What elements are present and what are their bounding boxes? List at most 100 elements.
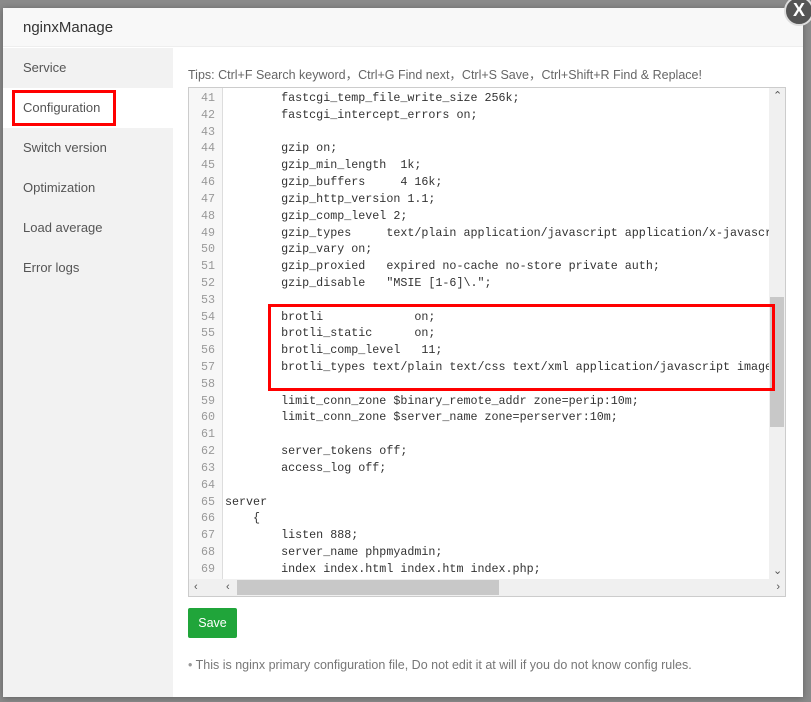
line-number: 67 bbox=[200, 528, 215, 543]
code-line[interactable]: 61 bbox=[189, 426, 769, 443]
code-text[interactable]: listen 888; bbox=[223, 527, 358, 544]
code-line[interactable]: 65 server bbox=[189, 494, 769, 511]
line-number: 44 bbox=[200, 141, 215, 156]
code-text[interactable]: gzip_buffers 4 16k; bbox=[223, 174, 442, 191]
line-number: 61 bbox=[200, 427, 215, 442]
code-text[interactable]: server bbox=[223, 494, 267, 511]
code-text[interactable]: server_name phpmyadmin; bbox=[223, 544, 442, 561]
scroll-left-icon[interactable]: ‹ bbox=[194, 579, 198, 595]
scroll-left-icon[interactable]: ‹ bbox=[226, 579, 230, 595]
code-text[interactable] bbox=[223, 292, 225, 309]
code-line[interactable]: 63 access_log off; bbox=[189, 460, 769, 477]
line-number: 58 bbox=[200, 376, 215, 391]
code-text[interactable] bbox=[223, 426, 225, 443]
code-text[interactable]: access_log off; bbox=[223, 460, 386, 477]
code-line[interactable]: 50 gzip_vary on; bbox=[189, 241, 769, 258]
code-text[interactable]: brotli on; bbox=[223, 309, 435, 326]
code-text[interactable]: gzip on; bbox=[223, 140, 337, 157]
line-number: 59 bbox=[200, 393, 215, 408]
horizontal-scrollbar[interactable]: ‹ ‹ › bbox=[189, 579, 785, 596]
line-number: 52 bbox=[200, 275, 215, 290]
code-text[interactable] bbox=[223, 477, 225, 494]
config-panel: Tips: Ctrl+F Search keyword，Ctrl+G Find … bbox=[173, 48, 803, 697]
horizontal-scroll-thumb[interactable] bbox=[237, 580, 499, 595]
code-line[interactable]: 62 server_tokens off; bbox=[189, 443, 769, 460]
line-number: 42 bbox=[200, 107, 215, 122]
code-editor[interactable]: 41 fastcgi_temp_file_write_size 256k; 42 … bbox=[188, 87, 786, 597]
code-line[interactable]: 44 gzip on; bbox=[189, 140, 769, 157]
line-number: 69 bbox=[200, 561, 215, 576]
code-line[interactable]: 55 brotli_static on; bbox=[189, 325, 769, 342]
code-line[interactable]: 41 fastcgi_temp_file_write_size 256k; bbox=[189, 90, 769, 107]
code-text[interactable]: gzip_http_version 1.1; bbox=[223, 191, 435, 208]
code-line[interactable]: 64 bbox=[189, 477, 769, 494]
sidebar: Service Configuration Switch version Optimi… bbox=[3, 48, 173, 697]
note-text: This is nginx primary configuration file… bbox=[195, 658, 692, 672]
code-line[interactable]: 56 brotli_comp_level 11; bbox=[189, 342, 769, 359]
scroll-up-icon[interactable]: ⌃ bbox=[773, 88, 782, 104]
code-text[interactable]: fastcgi_intercept_errors on; bbox=[223, 107, 477, 124]
sidebar-item-service[interactable]: Service bbox=[3, 48, 173, 88]
code-line[interactable]: 54 brotli on; bbox=[189, 309, 769, 326]
code-line[interactable]: 58 bbox=[189, 376, 769, 393]
code-text[interactable]: brotli_static on; bbox=[223, 325, 435, 342]
code-text[interactable] bbox=[223, 124, 225, 141]
code-line[interactable]: 47 gzip_http_version 1.1; bbox=[189, 191, 769, 208]
scroll-right-icon[interactable]: › bbox=[776, 579, 780, 595]
line-number: 57 bbox=[200, 360, 215, 374]
code-line[interactable]: 68 server_name phpmyadmin; bbox=[189, 544, 769, 561]
save-button[interactable]: Save bbox=[188, 608, 237, 638]
code-text[interactable]: gzip_min_length 1k; bbox=[223, 157, 421, 174]
sidebar-item-error-logs[interactable]: Error logs bbox=[3, 248, 173, 288]
config-note: • This is nginx primary configuration fi… bbox=[188, 658, 692, 672]
code-line[interactable]: 67 listen 888; bbox=[189, 527, 769, 544]
code-line[interactable]: 43 bbox=[189, 124, 769, 141]
code-text[interactable]: gzip_comp_level 2; bbox=[223, 208, 407, 225]
line-number: 66 bbox=[200, 511, 215, 526]
code-line[interactable]: 57 brotli_types text/plain text/css text… bbox=[189, 359, 769, 376]
line-number: 65 bbox=[200, 494, 215, 509]
code-text[interactable]: limit_conn_zone $binary_remote_addr zone… bbox=[223, 393, 639, 410]
scroll-down-icon[interactable]: ⌄ bbox=[773, 563, 782, 579]
code-text[interactable]: limit_conn_zone $server_name zone=perser… bbox=[223, 409, 618, 426]
vertical-scroll-thumb[interactable] bbox=[770, 297, 784, 427]
line-number: 51 bbox=[200, 259, 215, 274]
line-number: 50 bbox=[200, 242, 215, 257]
vertical-scrollbar[interactable]: ⌃ ⌄ bbox=[769, 88, 785, 579]
line-number: 43 bbox=[200, 124, 215, 139]
line-number: 62 bbox=[200, 444, 215, 459]
code-line[interactable]: 66 { bbox=[189, 510, 769, 527]
code-text[interactable]: gzip_vary on; bbox=[223, 241, 372, 258]
code-text[interactable]: server_tokens off; bbox=[223, 443, 407, 460]
nginx-manage-dialog: nginxManage X Service Configuration Switch… bbox=[3, 0, 811, 697]
code-line[interactable]: 53 bbox=[189, 292, 769, 309]
code-line[interactable]: 51 gzip_proxied expired no-cache no-stor… bbox=[189, 258, 769, 275]
code-text[interactable]: gzip_types text/plain application/javasc… bbox=[223, 225, 769, 242]
code-text[interactable]: gzip_disable "MSIE [1-6]\."; bbox=[223, 275, 491, 292]
code-text[interactable]: brotli_types text/plain text/css text/xm… bbox=[223, 359, 769, 376]
code-text[interactable]: gzip_proxied expired no-cache no-store p… bbox=[223, 258, 660, 275]
code-line[interactable]: 69 index index.html index.htm index.php; bbox=[189, 561, 769, 578]
bullet-icon: • bbox=[188, 658, 196, 672]
sidebar-item-load-average[interactable]: Load average bbox=[3, 208, 173, 248]
code-line[interactable]: 59 limit_conn_zone $binary_remote_addr z… bbox=[189, 393, 769, 410]
sidebar-item-configuration[interactable]: Configuration bbox=[3, 88, 173, 128]
code-line[interactable]: 52 gzip_disable "MSIE [1-6]\."; bbox=[189, 275, 769, 292]
code-line[interactable]: 45 gzip_min_length 1k; bbox=[189, 157, 769, 174]
code-text[interactable]: brotli_comp_level 11; bbox=[223, 342, 442, 359]
code-line[interactable]: 48 gzip_comp_level 2; bbox=[189, 208, 769, 225]
code-lines[interactable]: 41 fastcgi_temp_file_write_size 256k; 42 … bbox=[189, 90, 769, 578]
code-line[interactable]: 46 gzip_buffers 4 16k; bbox=[189, 174, 769, 191]
code-line[interactable]: 42 fastcgi_intercept_errors on; bbox=[189, 107, 769, 124]
code-text[interactable]: { bbox=[223, 510, 260, 527]
tips-text: Tips: Ctrl+F Search keyword，Ctrl+G Find … bbox=[188, 68, 702, 82]
code-text[interactable]: fastcgi_temp_file_write_size 256k; bbox=[223, 90, 519, 107]
code-line[interactable]: 49 gzip_types text/plain application/jav… bbox=[189, 225, 769, 242]
line-number: 55 bbox=[200, 326, 215, 341]
code-line[interactable]: 60 limit_conn_zone $server_name zone=per… bbox=[189, 409, 769, 426]
code-text[interactable] bbox=[223, 376, 225, 393]
code-text[interactable]: index index.html index.htm index.php; bbox=[223, 561, 541, 578]
close-icon[interactable]: X bbox=[784, 0, 811, 26]
sidebar-item-switch-version[interactable]: Switch version bbox=[3, 128, 173, 168]
sidebar-item-optimization[interactable]: Optimization bbox=[3, 168, 173, 208]
